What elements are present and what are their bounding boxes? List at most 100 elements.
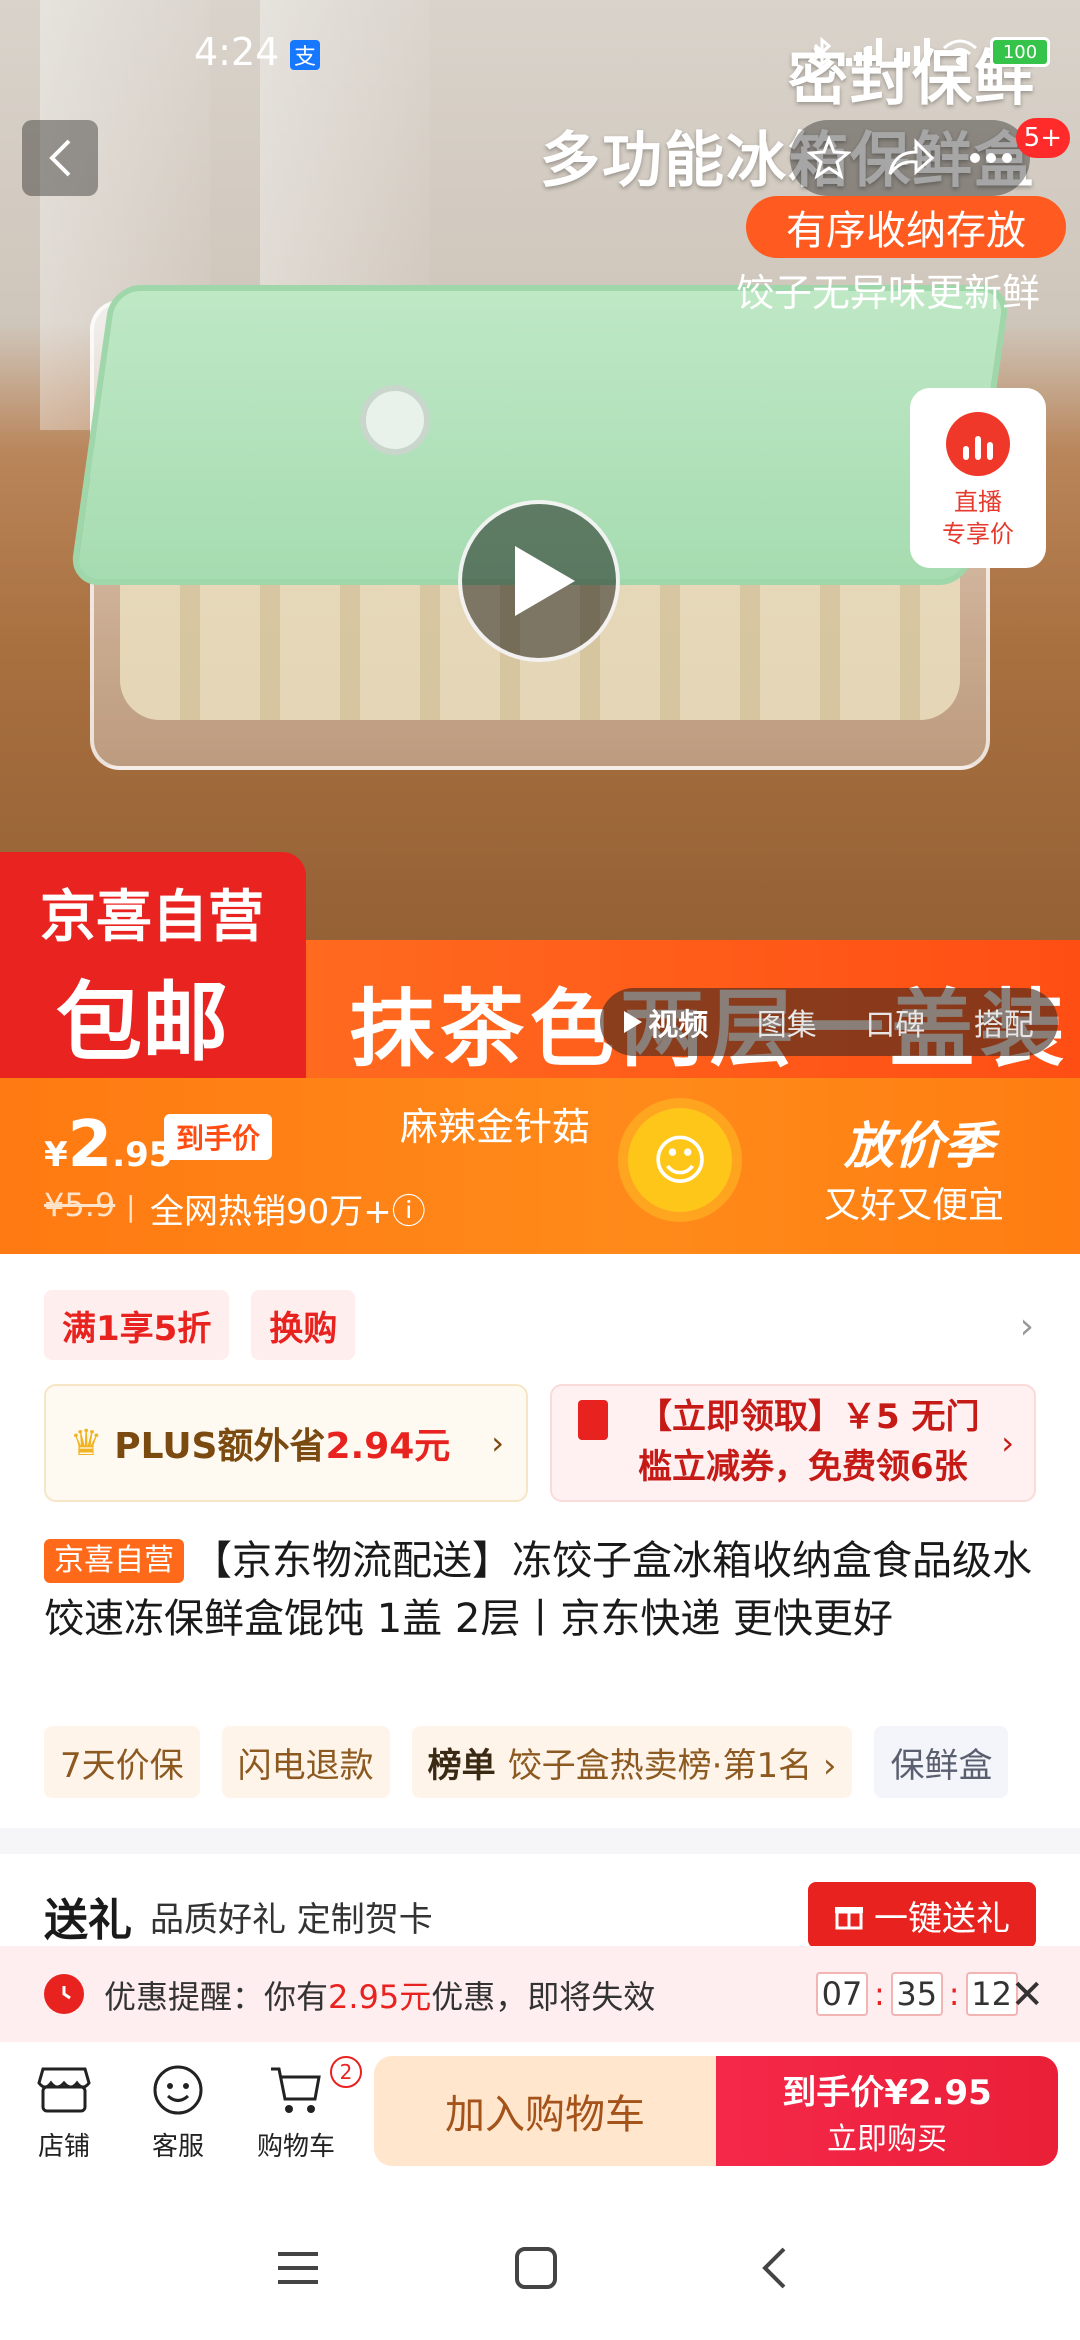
discount-reminder: 优惠提醒：你有2.95元优惠，即将失效 07 : 35 : 12 ✕: [0, 1946, 1080, 2042]
self-badge-line2: 包邮: [56, 973, 228, 1073]
play-small-icon: [624, 1011, 643, 1033]
chevron-right-icon: ›: [491, 1424, 504, 1462]
send-gift-button[interactable]: 一键送礼: [808, 1882, 1036, 1948]
self-badge-line1: 京喜自营: [40, 885, 264, 950]
lid-valve: [360, 385, 430, 455]
season-slogan: 又好又便宜: [823, 1185, 1004, 1226]
gift-subtitle: 品质好礼 定制贺卡: [150, 1900, 433, 1940]
gift-icon: [835, 1907, 863, 1930]
original-price: ¥5.9: [44, 1186, 116, 1224]
status-time: 4:24: [194, 30, 280, 74]
signal-icon: [846, 38, 882, 66]
promo-tag-discount[interactable]: 满1享5折: [44, 1290, 230, 1360]
top-actions: [790, 120, 1030, 196]
cart-icon: 2: [268, 2056, 362, 2118]
timer-minutes: 35: [890, 1972, 943, 2016]
buy-now-button[interactable]: 到手价¥2.95 立即购买: [716, 2056, 1058, 2166]
add-to-cart-button[interactable]: 加入购物车: [374, 2056, 716, 2166]
countdown-timer: 07 : 35 : 12: [816, 1972, 1018, 2016]
wifi-icon: [943, 39, 977, 65]
self-operated-tag: 京喜自营: [44, 1539, 184, 1583]
back-nav-icon[interactable]: [734, 2238, 814, 2298]
sun-mascot-icon: ☺: [628, 1108, 732, 1212]
signal-icon-2: [894, 38, 930, 66]
service-label: 客服: [151, 2132, 204, 2162]
promo-tags: 满1享5折 换购: [44, 1290, 356, 1360]
ranking-tag[interactable]: 榜单 饺子盒热卖榜·第1名 ›: [411, 1726, 853, 1798]
bottom-action-bar: 店铺 客服 2 购物车 加入购物车 到手价¥2.95 立即购买: [0, 2042, 1080, 2192]
live-price-card[interactable]: 直播 专享价: [910, 388, 1046, 568]
hot-sales-info[interactable]: 全网热销90万+ⓘ: [150, 1184, 426, 1233]
message-count-badge: 5+: [1015, 118, 1070, 158]
product-title: 【京东物流配送】冻饺子盒冰箱收纳盒食品级水饺速冻保鲜盒馄饨 1盖 2层丨京东快递…: [44, 1538, 1032, 1642]
cart-label: 购物车: [256, 2132, 335, 2162]
cart-button[interactable]: 2 购物车: [246, 2056, 362, 2163]
coupon-icon: [578, 1400, 608, 1440]
gift-title: 送礼: [44, 1895, 132, 1946]
current-price: ¥ 2 .95: [44, 1108, 173, 1182]
chevron-right-icon: ›: [1001, 1424, 1014, 1462]
reminder-text: 优惠提醒：你有2.95元优惠，即将失效: [104, 1978, 656, 2016]
live-label-line2: 专享价: [942, 520, 1014, 548]
system-navigation-bar: [0, 2192, 1080, 2340]
buy-now-label: 立即购买: [827, 2121, 947, 2157]
status-bar: 4:24 支 100: [0, 30, 1080, 90]
bluetooth-icon: [813, 36, 832, 68]
smiley-chat-icon: [150, 2062, 206, 2118]
live-icon: [946, 412, 1010, 476]
media-tab-gallery[interactable]: 图集: [757, 1000, 817, 1044]
service-tags: 7天价保 闪电退款 榜单 饺子盒热卖榜·第1名 › 保鲜盒: [44, 1726, 1009, 1798]
more-dots-icon[interactable]: [969, 152, 1013, 164]
service-price-protection[interactable]: 7天价保: [44, 1726, 200, 1798]
hero-pill: 有序收纳存放: [746, 196, 1066, 258]
chevron-left-icon: [49, 139, 71, 177]
plus-savings-card[interactable]: ♛ PLUS额外省 2.94元 ›: [44, 1384, 528, 1502]
hero-subtitle: 饺子无异味更新鲜: [735, 271, 1040, 315]
service-fast-refund[interactable]: 闪电退款: [221, 1726, 390, 1798]
store-button[interactable]: 店铺: [14, 2062, 114, 2163]
gift-section: 送礼 品质好礼 定制贺卡 一键送礼: [0, 1854, 1080, 1948]
store-icon: [36, 2062, 92, 2118]
plus-savings-amount: 2.94元: [325, 1426, 451, 1467]
customer-service-button[interactable]: 客服: [128, 2062, 228, 2163]
alipay-icon: 支: [290, 40, 320, 70]
selected-flavor: 麻辣金针菇: [400, 1105, 591, 1149]
favorite-star-icon[interactable]: [807, 136, 852, 180]
clock-icon: [44, 1974, 84, 2014]
crown-icon: ♛: [70, 1422, 103, 1464]
product-title-block: 京喜自营 【京东物流配送】冻饺子盒冰箱收纳盒食品级水饺速冻保鲜盒馄饨 1盖 2层丨…: [44, 1532, 1044, 1648]
category-tag[interactable]: 保鲜盒: [874, 1726, 1009, 1798]
coupon-card[interactable]: 【立即领取】￥5 无门槛立减券，免费领6张 ›: [550, 1384, 1036, 1502]
home-icon[interactable]: [496, 2238, 576, 2298]
play-icon: [515, 546, 575, 616]
cart-count-badge: 2: [330, 2056, 362, 2088]
promo-tag-exchange[interactable]: 换购: [251, 1290, 356, 1360]
price-banner: ¥ 2 .95 到手价 麻辣金针菇 ¥5.9 | 全网热销90万+ⓘ ☺ 放价季…: [0, 1078, 1080, 1254]
chevron-right-icon[interactable]: ›: [1020, 1306, 1034, 1347]
media-tab-video[interactable]: 视频: [624, 1000, 708, 1044]
buy-price-line: 到手价¥2.95: [782, 2072, 992, 2113]
menu-icon[interactable]: [258, 2238, 338, 2298]
status-icons: 100: [812, 36, 1050, 68]
battery-icon: 100: [990, 37, 1050, 67]
coupon-text: 【立即领取】￥5 无门槛立减券，免费领6张: [638, 1397, 980, 1487]
price-separator: |: [126, 1190, 136, 1223]
final-price-tag: 到手价: [164, 1114, 273, 1160]
play-video-button[interactable]: [458, 500, 620, 662]
media-tab-reviews[interactable]: 口碑: [865, 1000, 925, 1044]
media-tabs: 视频 图集 口碑 搭配: [600, 988, 1058, 1056]
ranking-text: 饺子盒热卖榜·第1名 ›: [507, 1745, 837, 1786]
season-title: 放价季: [844, 1117, 994, 1175]
self-operated-badge: 京喜自营 包邮: [0, 852, 306, 1078]
ranking-label: 榜单: [427, 1745, 496, 1786]
product-page: 密封保鲜 多功能冰箱保鲜盒 有序收纳存放 饺子无异味更新鲜 直播 专享价 京喜自…: [0, 0, 1080, 2340]
back-button[interactable]: [22, 120, 98, 196]
close-icon[interactable]: ✕: [1010, 1972, 1044, 2018]
plus-savings-label: PLUS额外省: [114, 1426, 326, 1467]
share-icon[interactable]: [886, 138, 934, 178]
section-divider: [0, 1828, 1080, 1854]
store-label: 店铺: [37, 2132, 90, 2162]
live-label-line1: 直播: [954, 488, 1002, 516]
media-tab-match[interactable]: 搭配: [974, 1000, 1034, 1044]
timer-hours: 07: [816, 1972, 868, 2016]
